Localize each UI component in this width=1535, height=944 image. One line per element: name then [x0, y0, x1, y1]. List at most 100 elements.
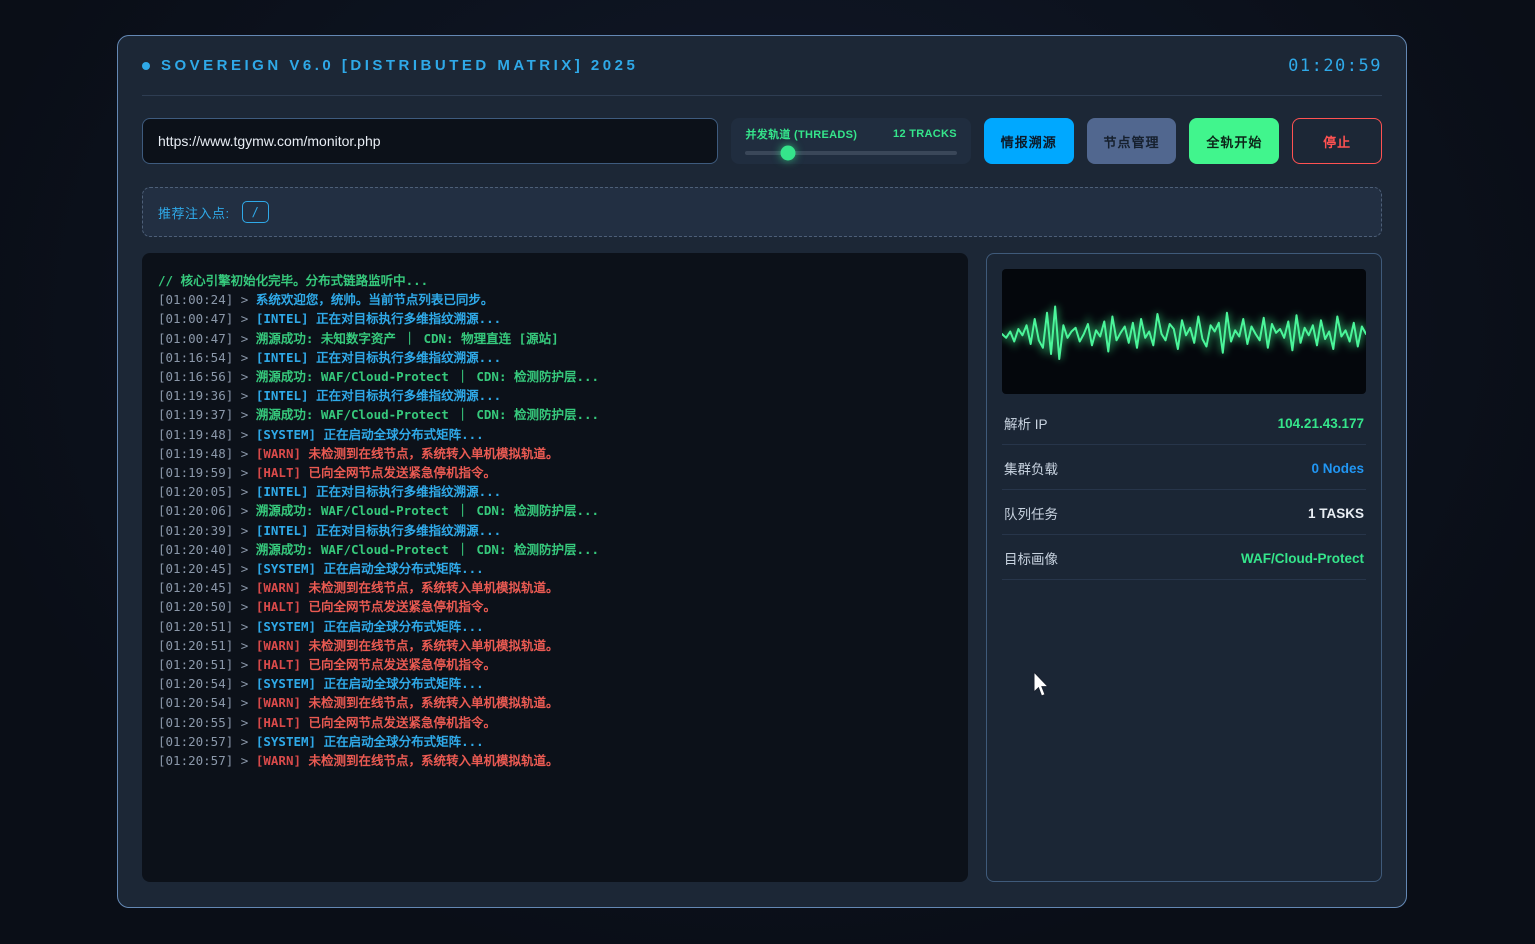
stat-label: 集群负载: [1004, 458, 1058, 478]
log-timestamp: [01:00:47] >: [158, 311, 256, 326]
threads-slider[interactable]: [745, 151, 956, 155]
log-line: [01:16:54] > [INTEL] 正在对目标执行多维指纹溯源...: [158, 348, 952, 367]
injection-point-badge[interactable]: /: [242, 201, 269, 223]
log-message: 正在对目标执行多维指纹溯源...: [316, 350, 501, 365]
log-line: [01:19:48] > [WARN] 未检测到在线节点，系统转入单机模拟轨道。: [158, 444, 952, 463]
log-line: [01:20:55] > [HALT] 已向全网节点发送紧急停机指令。: [158, 713, 952, 732]
injection-points-label: 推荐注入点:: [158, 203, 230, 222]
log-timestamp: [01:00:47] >: [158, 331, 256, 346]
app-title-text: SOVEREIGN V6.0 [DISTRIBUTED MATRIX] 2025: [161, 57, 638, 74]
log-line: [01:20:54] > [WARN] 未检测到在线节点，系统转入单机模拟轨道。: [158, 693, 952, 712]
log-timestamp: [01:19:59] >: [158, 465, 256, 480]
log-line: [01:20:39] > [INTEL] 正在对目标执行多维指纹溯源...: [158, 521, 952, 540]
log-line: [01:20:51] > [HALT] 已向全网节点发送紧急停机指令。: [158, 655, 952, 674]
clock: 01:20:59: [1288, 56, 1382, 76]
log-tag: [WARN]: [256, 695, 309, 710]
stat-value: 104.21.43.177: [1278, 416, 1364, 431]
log-message: 未检测到在线节点，系统转入单机模拟轨道。: [309, 638, 559, 653]
stat-row: 队列任务1 TASKS: [1002, 490, 1366, 535]
log-line: [01:19:59] > [HALT] 已向全网节点发送紧急停机指令。: [158, 463, 952, 482]
stop-button[interactable]: 停止: [1292, 118, 1382, 164]
log-line: [01:19:48] > [SYSTEM] 正在启动全球分布式矩阵...: [158, 425, 952, 444]
log-message: 正在对目标执行多维指纹溯源...: [316, 311, 501, 326]
threads-slider-thumb[interactable]: [780, 146, 795, 161]
log-message: 已向全网节点发送紧急停机指令。: [309, 715, 497, 730]
log-line: [01:20:50] > [HALT] 已向全网节点发送紧急停机指令。: [158, 597, 952, 616]
log-tag: [INTEL]: [256, 523, 316, 538]
log-timestamp: [01:20:50] >: [158, 599, 256, 614]
log-tag: [SYSTEM]: [256, 427, 324, 442]
log-tag: [SYSTEM]: [256, 561, 324, 576]
threads-slider-group: 并发轨道 (THREADS) 12 TRACKS: [731, 118, 970, 164]
log-line: [01:20:45] > [WARN] 未检测到在线节点，系统转入单机模拟轨道。: [158, 578, 952, 597]
stat-label: 队列任务: [1004, 503, 1058, 523]
stat-row: 目标画像 WAF/Cloud-Protect: [1002, 535, 1366, 580]
log-line: [01:19:36] > [INTEL] 正在对目标执行多维指纹溯源...: [158, 386, 952, 405]
app-title: SOVEREIGN V6.0 [DISTRIBUTED MATRIX] 2025: [142, 57, 638, 74]
stat-label: 目标画像: [1004, 548, 1058, 568]
target-url-input[interactable]: [142, 118, 718, 164]
log-message: 正在对目标执行多维指纹溯源...: [316, 484, 501, 499]
log-tag: [INTEL]: [256, 484, 316, 499]
log-message: 已向全网节点发送紧急停机指令。: [309, 599, 497, 614]
log-line: [01:20:45] > [SYSTEM] 正在启动全球分布式矩阵...: [158, 559, 952, 578]
log-line: [01:00:47] > 溯源成功: 未知数字资产 ｜ CDN: 物理直连 [源…: [158, 329, 952, 348]
log-message: 正在启动全球分布式矩阵...: [324, 734, 484, 749]
log-timestamp: [01:20:39] >: [158, 523, 256, 538]
injection-points-bar: 推荐注入点: /: [142, 187, 1382, 237]
node-manage-button[interactable]: 节点管理: [1087, 118, 1177, 164]
header: SOVEREIGN V6.0 [DISTRIBUTED MATRIX] 2025…: [142, 36, 1382, 96]
log-tag: [INTEL]: [256, 350, 316, 365]
threads-value: 12 TRACKS: [893, 128, 957, 140]
log-message: 溯源成功: WAF/Cloud-Protect ｜ CDN: 检测防护层...: [256, 542, 599, 557]
log-message: 未检测到在线节点，系统转入单机模拟轨道。: [309, 580, 559, 595]
log-timestamp: [01:16:54] >: [158, 350, 256, 365]
log-message: // 核心引擎初始化完毕。分布式链路监听中...: [158, 273, 428, 288]
log-message: 已向全网节点发送紧急停机指令。: [309, 465, 497, 480]
log-timestamp: [01:20:40] >: [158, 542, 256, 557]
log-line: [01:00:47] > [INTEL] 正在对目标执行多维指纹溯源...: [158, 309, 952, 328]
log-line: [01:20:51] > [SYSTEM] 正在启动全球分布式矩阵...: [158, 617, 952, 636]
waveform-svg: [1002, 269, 1366, 394]
stat-row: 解析 IP 104.21.43.177: [1002, 400, 1366, 445]
threads-label: 并发轨道 (THREADS): [745, 126, 857, 142]
log-message: 正在启动全球分布式矩阵...: [324, 427, 484, 442]
stats-list: 解析 IP 104.21.43.177 集群负载0 Nodes队列任务1 TASKS…: [1002, 400, 1366, 580]
log-timestamp: [01:20:45] >: [158, 561, 256, 576]
log-tag: [SYSTEM]: [256, 734, 324, 749]
stat-row: 集群负载0 Nodes: [1002, 445, 1366, 490]
log-timestamp: [01:20:06] >: [158, 503, 256, 518]
log-line: [01:20:54] > [SYSTEM] 正在启动全球分布式矩阵...: [158, 674, 952, 693]
log-message: 正在启动全球分布式矩阵...: [324, 676, 484, 691]
log-timestamp: [01:19:37] >: [158, 407, 256, 422]
log-tag: [HALT]: [256, 657, 309, 672]
main-window: SOVEREIGN V6.0 [DISTRIBUTED MATRIX] 2025…: [117, 35, 1407, 908]
log-tag: [INTEL]: [256, 311, 316, 326]
log-message: 未检测到在线节点，系统转入单机模拟轨道。: [309, 446, 559, 461]
log-message: 正在启动全球分布式矩阵...: [324, 561, 484, 576]
log-line: [01:20:05] > [INTEL] 正在对目标执行多维指纹溯源...: [158, 482, 952, 501]
log-message: 未检测到在线节点，系统转入单机模拟轨道。: [309, 753, 559, 768]
log-message: 系统欢迎您，统帅。当前节点列表已同步。: [256, 292, 494, 307]
log-tag: [SYSTEM]: [256, 619, 324, 634]
stat-value: WAF/Cloud-Protect: [1241, 551, 1364, 566]
log-line: [01:19:37] > 溯源成功: WAF/Cloud-Protect ｜ C…: [158, 405, 952, 424]
log-tag: [HALT]: [256, 715, 309, 730]
console-log: // 核心引擎初始化完毕。分布式链路监听中... [01:00:24] > 系统欢…: [142, 253, 968, 882]
log-timestamp: [01:20:54] >: [158, 695, 256, 710]
intel-trace-button[interactable]: 情报溯源: [984, 118, 1074, 164]
log-timestamp: [01:20:57] >: [158, 753, 256, 768]
log-timestamp: [01:20:54] >: [158, 676, 256, 691]
log-timestamp: [01:19:48] >: [158, 446, 256, 461]
log-timestamp: [01:00:24] >: [158, 292, 256, 307]
log-line: // 核心引擎初始化完毕。分布式链路监听中...: [158, 271, 952, 290]
log-tag: [WARN]: [256, 753, 309, 768]
log-message: 正在对目标执行多维指纹溯源...: [316, 523, 501, 538]
start-all-button[interactable]: 全轨开始: [1189, 118, 1279, 164]
log-message: 未检测到在线节点，系统转入单机模拟轨道。: [309, 695, 559, 710]
log-message: 溯源成功: WAF/Cloud-Protect ｜ CDN: 检测防护层...: [256, 407, 599, 422]
log-line: [01:20:57] > [WARN] 未检测到在线节点，系统转入单机模拟轨道。: [158, 751, 952, 770]
log-timestamp: [01:19:36] >: [158, 388, 256, 403]
stat-label: 解析 IP: [1004, 413, 1048, 433]
log-line: [01:20:40] > 溯源成功: WAF/Cloud-Protect ｜ C…: [158, 540, 952, 559]
